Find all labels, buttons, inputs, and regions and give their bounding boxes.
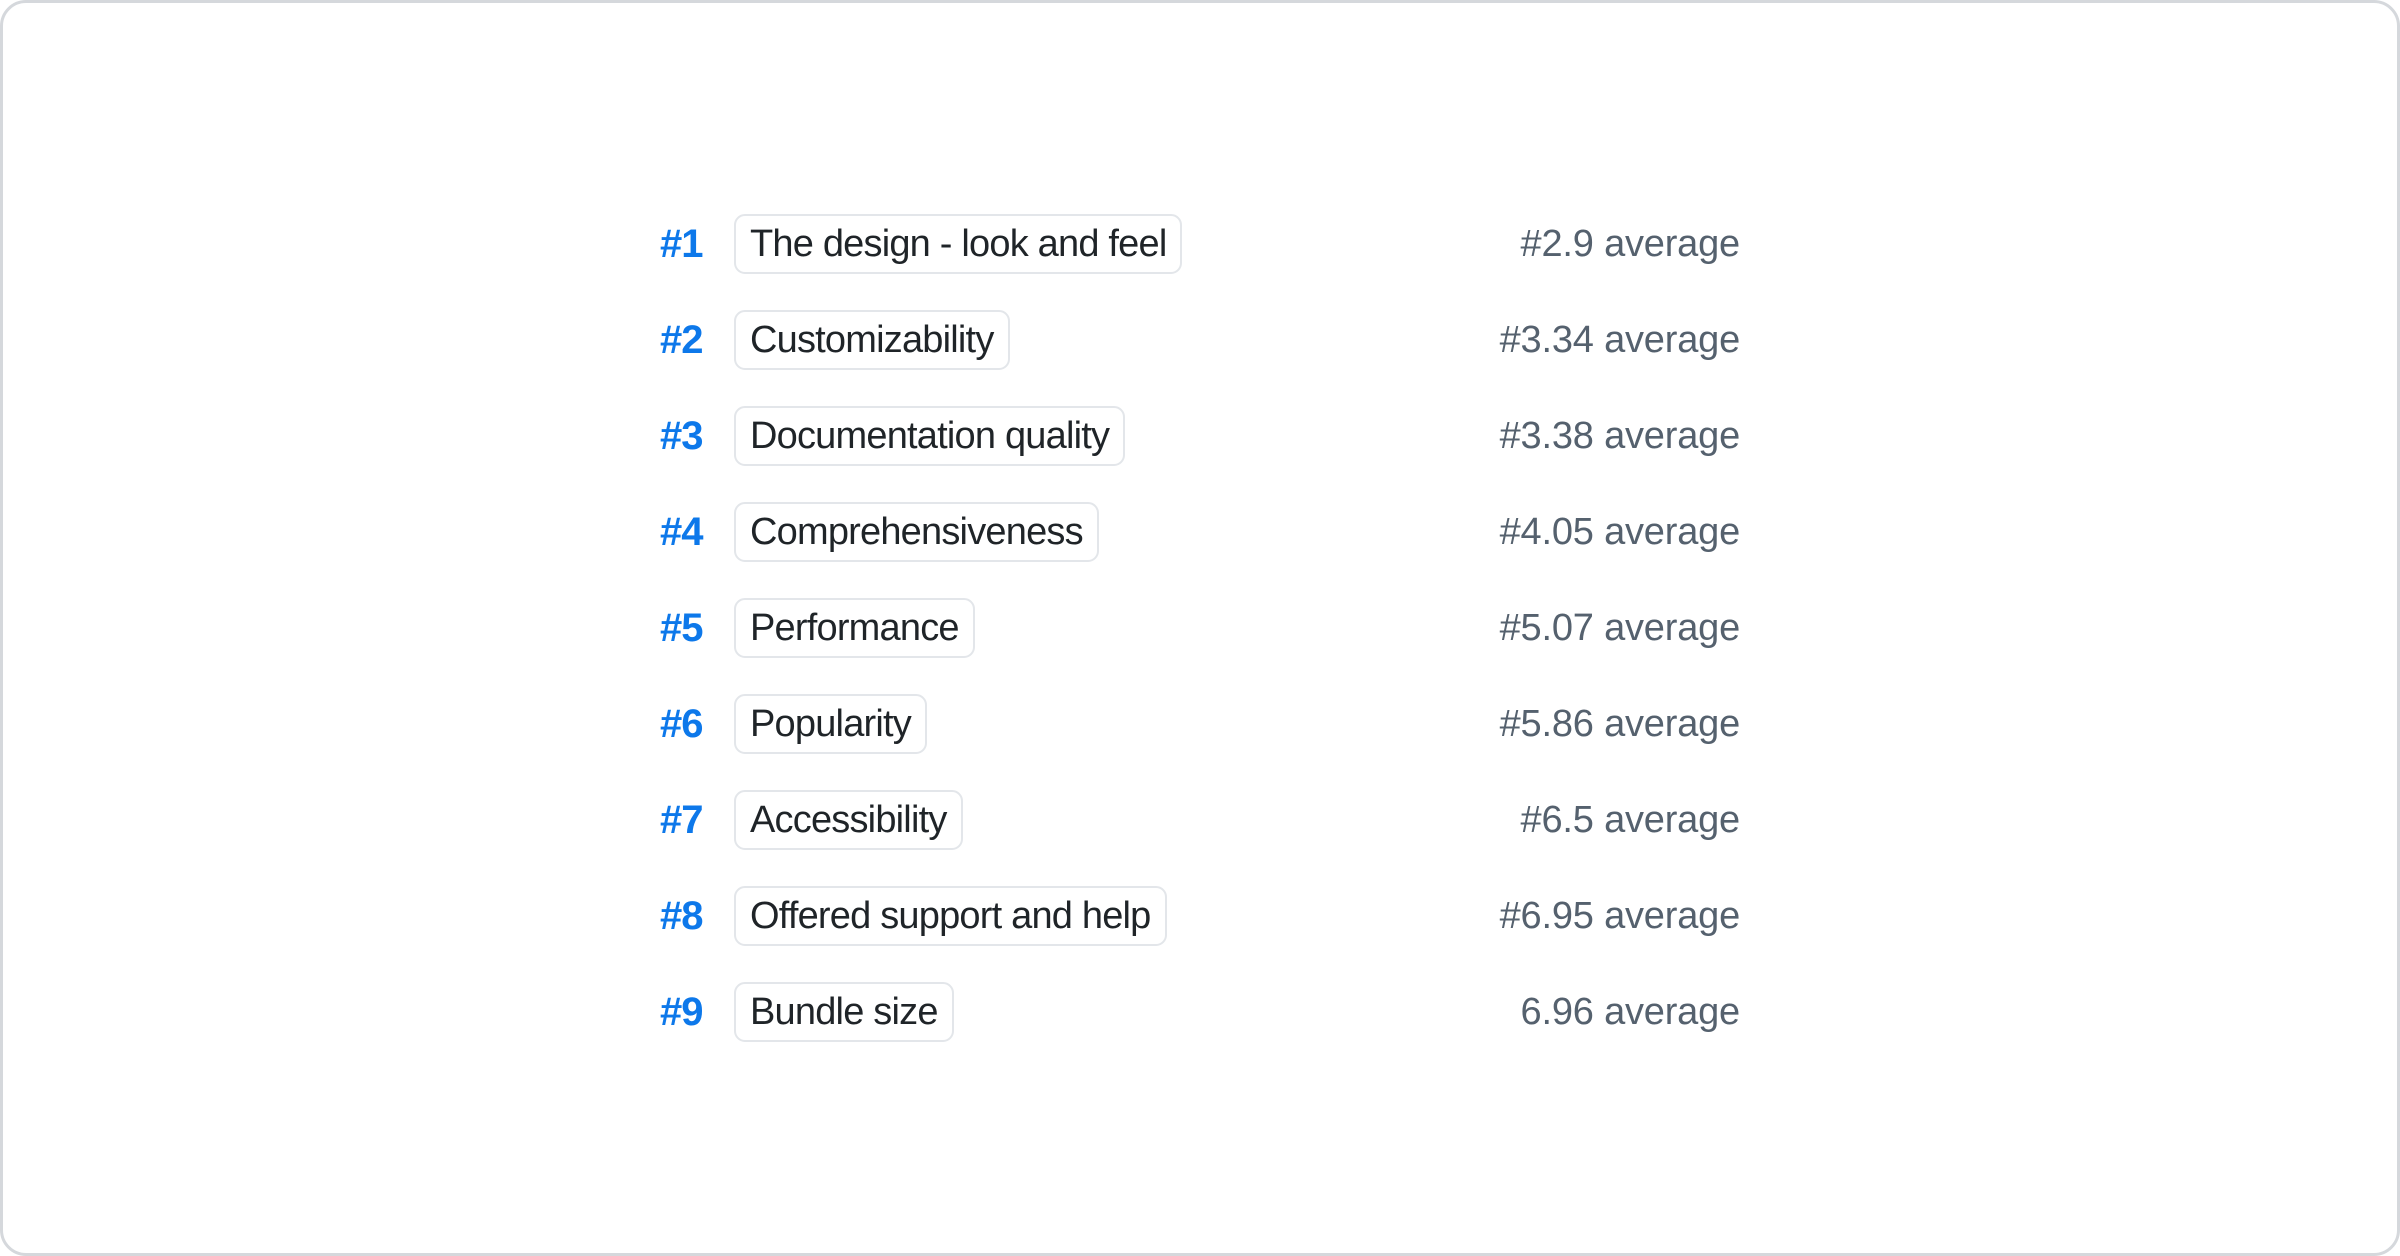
rank-number: #8 <box>660 896 706 936</box>
ranking-item-chip[interactable]: The design - look and feel <box>734 214 1182 274</box>
rank-number: #6 <box>660 704 706 744</box>
rank-number: #7 <box>660 800 706 840</box>
ranking-item-chip[interactable]: Bundle size <box>734 982 954 1042</box>
average-score-label: 6.96 average <box>1521 991 1740 1034</box>
average-score-label: #5.07 average <box>1500 607 1740 650</box>
average-score-label: #6.95 average <box>1500 895 1740 938</box>
ranking-row: #6 Popularity #5.86 average <box>660 694 1740 754</box>
ranking-item-chip[interactable]: Popularity <box>734 694 927 754</box>
ranking-row: #5 Performance #5.07 average <box>660 598 1740 658</box>
results-card: #1 The design - look and feel #2.9 avera… <box>0 0 2400 1256</box>
ranking-item-chip[interactable]: Customizability <box>734 310 1010 370</box>
average-score-label: #2.9 average <box>1521 223 1740 266</box>
ranking-item-chip[interactable]: Offered support and help <box>734 886 1167 946</box>
average-score-label: #4.05 average <box>1500 511 1740 554</box>
ranking-row: #4 Comprehensiveness #4.05 average <box>660 502 1740 562</box>
ranking-item-chip[interactable]: Accessibility <box>734 790 963 850</box>
ranking-row: #9 Bundle size 6.96 average <box>660 982 1740 1042</box>
average-score-label: #6.5 average <box>1521 799 1740 842</box>
rank-number: #5 <box>660 608 706 648</box>
rank-number: #2 <box>660 320 706 360</box>
rank-number: #4 <box>660 512 706 552</box>
average-score-label: #3.34 average <box>1500 319 1740 362</box>
ranking-row: #1 The design - look and feel #2.9 avera… <box>660 214 1740 274</box>
ranking-item-chip[interactable]: Documentation quality <box>734 406 1125 466</box>
ranking-row: #7 Accessibility #6.5 average <box>660 790 1740 850</box>
rank-number: #1 <box>660 224 706 264</box>
rank-number: #9 <box>660 992 706 1032</box>
ranking-row: #8 Offered support and help #6.95 averag… <box>660 886 1740 946</box>
rank-number: #3 <box>660 416 706 456</box>
app-viewport: #1 The design - look and feel #2.9 avera… <box>0 0 2400 1256</box>
ranking-results-list: #1 The design - look and feel #2.9 avera… <box>660 214 1740 1042</box>
ranking-item-chip[interactable]: Performance <box>734 598 975 658</box>
average-score-label: #3.38 average <box>1500 415 1740 458</box>
average-score-label: #5.86 average <box>1500 703 1740 746</box>
ranking-item-chip[interactable]: Comprehensiveness <box>734 502 1099 562</box>
ranking-row: #2 Customizability #3.34 average <box>660 310 1740 370</box>
ranking-row: #3 Documentation quality #3.38 average <box>660 406 1740 466</box>
